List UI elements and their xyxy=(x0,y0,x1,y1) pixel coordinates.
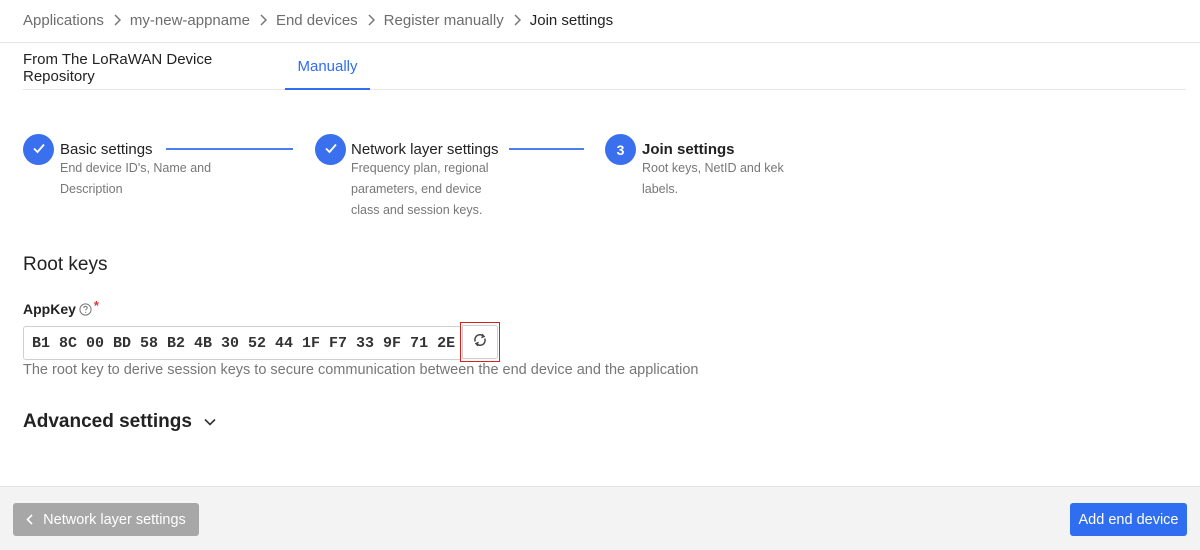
breadcrumb-register-manually[interactable]: Register manually xyxy=(384,12,504,29)
add-end-device-button[interactable]: Add end device xyxy=(1070,503,1187,536)
checkmark-icon xyxy=(323,140,339,159)
step-2-desc-line: class and session keys. xyxy=(351,203,483,217)
step-2-done-circle xyxy=(315,134,346,165)
step-3-title: Join settings xyxy=(642,141,735,158)
breadcrumb: Applications my-new-appname End devices … xyxy=(23,10,613,30)
back-button[interactable]: Network layer settings xyxy=(13,503,199,536)
chevron-right-icon xyxy=(104,10,130,30)
tab-manually[interactable]: Manually xyxy=(285,45,370,90)
appkey-label-text: AppKey xyxy=(23,301,76,317)
step-connector xyxy=(166,148,293,150)
tab-bar: From The LoRaWAN Device Repository Manua… xyxy=(23,45,1186,90)
chevron-right-icon xyxy=(250,10,276,30)
step-1-desc-line: End device ID's, Name and xyxy=(60,161,212,175)
step-1-done-circle xyxy=(23,134,54,165)
appkey-input[interactable]: B1 8C 00 BD 58 B2 4B 30 52 44 1F F7 33 9… xyxy=(23,326,460,360)
chevron-right-icon xyxy=(504,10,530,30)
step-3-desc-line: Root keys, NetID and kek xyxy=(642,161,784,175)
step-1-title: Basic settings xyxy=(60,141,153,158)
step-1-description: End device ID's, Name and Description xyxy=(60,158,211,200)
step-2-desc-line: parameters, end device xyxy=(351,182,482,196)
step-3-desc-line: labels. xyxy=(642,182,679,196)
appkey-label: AppKey * xyxy=(23,297,99,318)
regenerate-button-inner xyxy=(462,325,498,359)
advanced-settings-toggle[interactable]: Advanced settings xyxy=(23,411,216,433)
form-footer: Network layer settings Add end device xyxy=(0,486,1200,550)
step-2-desc-line: Frequency plan, regional xyxy=(351,161,489,175)
step-3-number-circle: 3 xyxy=(605,134,636,165)
step-2-title: Network layer settings xyxy=(351,141,499,158)
step-connector xyxy=(509,148,584,150)
chevron-right-icon xyxy=(358,10,384,30)
breadcrumb-end-devices[interactable]: End devices xyxy=(276,12,358,29)
breadcrumb-current: Join settings xyxy=(529,11,614,29)
root-keys-heading: Root keys xyxy=(23,254,108,275)
breadcrumb-app[interactable]: my-new-appname xyxy=(130,12,250,29)
tab-device-repository[interactable]: From The LoRaWAN Device Repository xyxy=(23,45,285,90)
step-1-desc-line: Description xyxy=(60,182,123,196)
appkey-description: The root key to derive session keys to s… xyxy=(23,362,699,378)
breadcrumb-applications[interactable]: Applications xyxy=(23,12,104,29)
regenerate-key-button[interactable] xyxy=(460,322,500,362)
refresh-icon xyxy=(472,332,488,353)
chevron-down-icon xyxy=(204,418,216,426)
checkmark-icon xyxy=(31,140,47,159)
back-button-label: Network layer settings xyxy=(43,511,186,528)
step-3-description: Root keys, NetID and kek labels. xyxy=(642,158,784,200)
required-asterisk: * xyxy=(93,297,99,313)
step-2-description: Frequency plan, regional parameters, end… xyxy=(351,158,489,221)
help-circle-icon[interactable] xyxy=(79,302,92,316)
chevron-left-icon xyxy=(26,514,33,525)
header-divider xyxy=(0,42,1200,43)
advanced-settings-label: Advanced settings xyxy=(23,411,192,432)
